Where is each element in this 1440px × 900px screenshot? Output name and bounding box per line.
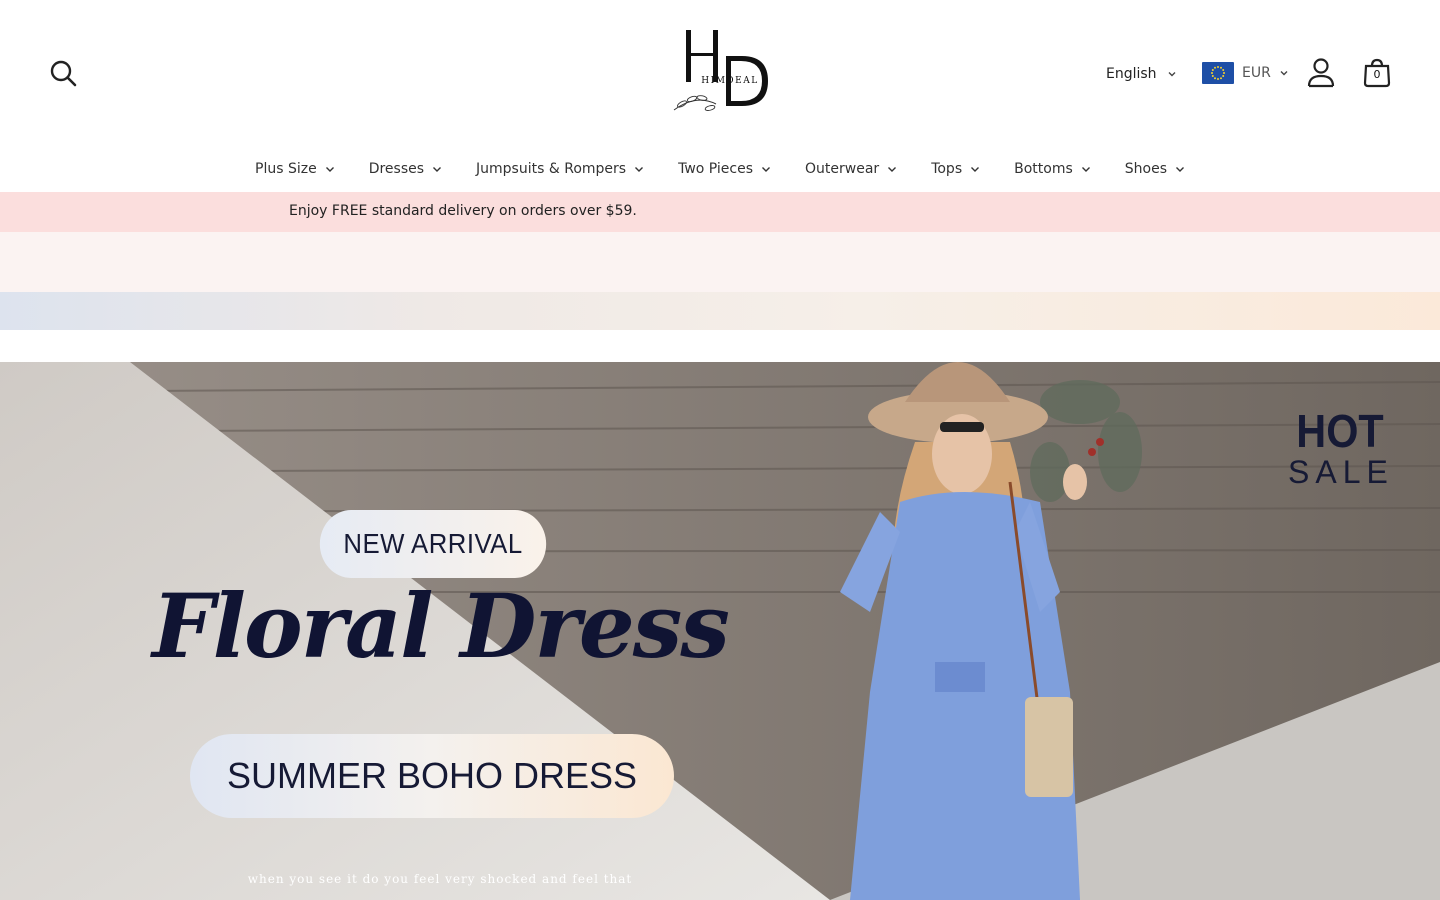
announcement-text: Enjoy FREE standard delivery on orders o… [289, 203, 637, 219]
chevron-down-icon [433, 167, 442, 172]
cart-count-badge: 0 [1373, 68, 1381, 81]
hot-sale-label: HOT SALE [1288, 408, 1392, 490]
chevron-down-icon [888, 167, 897, 172]
nav-item-shoes[interactable]: Shoes [1125, 161, 1185, 177]
chevron-down-icon [762, 167, 771, 172]
cart-button[interactable]: 0 [1363, 57, 1391, 89]
chevron-down-icon [1176, 167, 1184, 172]
site-header: HIMDEAL English EUR 0 [0, 0, 1440, 145]
nav-item-dresses[interactable]: Dresses [369, 161, 442, 177]
chevron-down-icon [635, 167, 644, 172]
chevron-down-icon [325, 167, 334, 172]
nav-item-outerwear[interactable]: Outerwear [805, 161, 897, 177]
chevron-down-icon [1280, 71, 1288, 76]
summer-boho-badge: SUMMER BOHO DRESS [190, 734, 674, 818]
nav-item-tops[interactable]: Tops [931, 161, 980, 177]
brand-logo[interactable] [668, 24, 776, 116]
decorative-band [0, 232, 1440, 292]
nav-item-label: Jumpsuits & Rompers [476, 161, 627, 177]
nav-item-label: Dresses [368, 161, 425, 177]
nav-item-plus-size[interactable]: Plus Size [255, 161, 335, 177]
hero-banner[interactable]: NEW ARRIVAL Floral Dress SUMMER BOHO DRE… [0, 362, 1440, 900]
nav-item-label: Two Pieces [678, 161, 754, 177]
nav-item-bottoms[interactable]: Bottoms [1014, 161, 1091, 177]
nav-item-label: Outerwear [805, 161, 880, 177]
announcement-bar: Enjoy FREE standard delivery on orders o… [0, 192, 1440, 232]
nav-item-label: Shoes [1124, 161, 1167, 177]
language-selector[interactable]: English [1106, 63, 1177, 85]
language-label: English [1106, 66, 1157, 82]
nav-item-label: Bottoms [1014, 161, 1073, 177]
chevron-down-icon [1081, 167, 1090, 172]
user-icon [1307, 58, 1335, 88]
logo-mark [673, 30, 768, 111]
chevron-down-icon [971, 167, 980, 172]
main-nav: Plus Size Dresses Jumpsuits & Rompers Tw… [0, 150, 1440, 188]
nav-item-label: Tops [931, 161, 963, 177]
search-icon [50, 60, 77, 87]
account-button[interactable] [1306, 57, 1336, 89]
hot-text: HOT [1296, 405, 1384, 457]
sale-text: SALE [1288, 454, 1394, 490]
currency-label: EUR [1242, 65, 1271, 81]
hero-title: Floral Dress [152, 574, 730, 678]
hero-tagline: when you see it do you feel very shocked… [247, 872, 633, 886]
new-arrival-badge: NEW ARRIVAL [319, 510, 547, 578]
search-button[interactable] [48, 58, 78, 88]
nav-item-two-pieces[interactable]: Two Pieces [678, 161, 771, 177]
chevron-down-icon [1168, 72, 1176, 77]
nav-item-label: Plus Size [255, 161, 317, 177]
gradient-band [0, 292, 1440, 330]
currency-selector[interactable]: EUR [1202, 61, 1289, 85]
eu-flag-icon [1202, 62, 1234, 84]
nav-item-jumpsuits-rompers[interactable]: Jumpsuits & Rompers [476, 161, 644, 177]
brand-name: HIMDEAL [701, 76, 759, 86]
